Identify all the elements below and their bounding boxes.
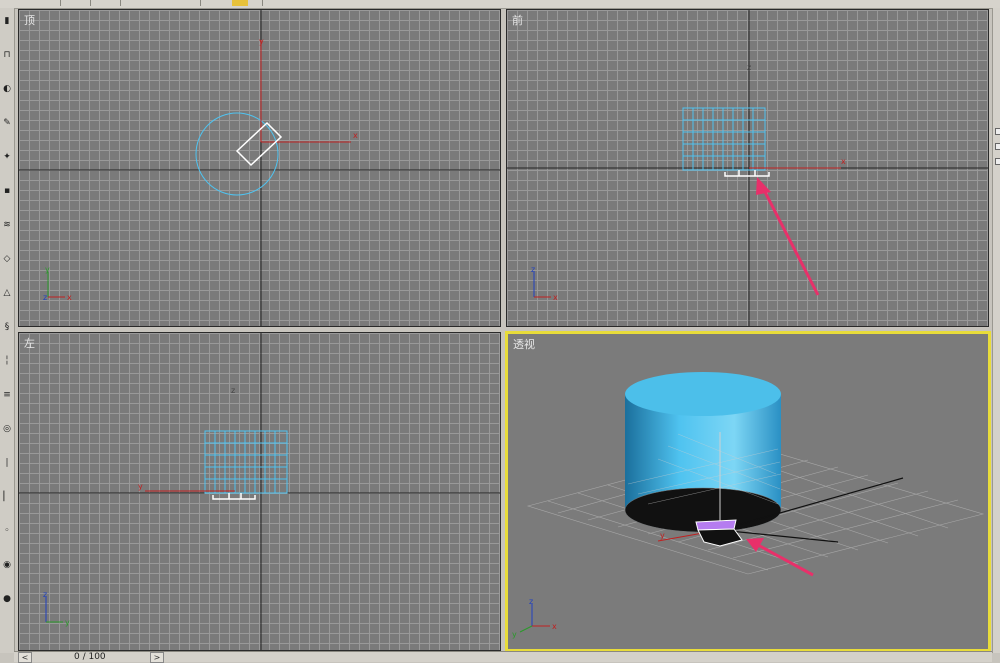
toolbar-divider bbox=[200, 0, 201, 6]
view-gizmo-y bbox=[519, 625, 533, 633]
viewport-top[interactable]: 顶 y x y x z bbox=[18, 9, 501, 327]
toolbar-tool-button[interactable]: ◇ bbox=[2, 254, 12, 264]
view-gizmo-z-label: z bbox=[43, 590, 47, 599]
light-object-top-face bbox=[695, 519, 737, 531]
perspective-canvas: y z x y bbox=[512, 372, 985, 639]
gizmo-y-label: y bbox=[660, 531, 665, 540]
toolbar-tool-button[interactable]: ◐ bbox=[2, 84, 12, 94]
cylinder-wireframe bbox=[204, 430, 288, 494]
view-gizmo-z-label: z bbox=[43, 293, 47, 302]
view-gizmo-y-label: y bbox=[512, 630, 517, 639]
cylinder-outline bbox=[195, 112, 279, 196]
light-object-top bbox=[235, 121, 283, 167]
toolbar-tool-button[interactable]: ✎ bbox=[2, 118, 12, 128]
toolbar-tool-button[interactable]: ◉ bbox=[2, 560, 12, 570]
gizmo-z-label: z bbox=[747, 63, 751, 72]
toolbar-tool-button[interactable]: ≋ bbox=[2, 220, 12, 230]
toolbar-divider bbox=[120, 0, 121, 6]
toolbar-tool-button[interactable]: ● bbox=[2, 594, 12, 604]
toolbar-tool-button[interactable]: ╎ bbox=[2, 356, 12, 366]
toolbar-divider bbox=[60, 0, 61, 6]
cylinder-wireframe bbox=[682, 107, 766, 171]
time-slider-prev-button[interactable]: < bbox=[18, 652, 32, 663]
time-slider[interactable]: < 0 / 100 > bbox=[14, 651, 992, 663]
main-toolbar bbox=[0, 0, 1000, 9]
gizmo-y-label: y bbox=[138, 482, 143, 491]
panel-checkbox[interactable] bbox=[995, 128, 1000, 135]
viewport-left[interactable]: 左 y z z y bbox=[18, 332, 501, 651]
top-view-canvas: y x y x z bbox=[19, 10, 500, 326]
toolbar-divider bbox=[262, 0, 263, 6]
toolbar-tool-button[interactable]: △ bbox=[2, 288, 12, 298]
gizmo-x-label: x bbox=[353, 131, 358, 140]
toolbar-tool-button[interactable]: ✦ bbox=[2, 152, 12, 162]
toolbar-tool-button[interactable]: ▏ bbox=[2, 492, 12, 502]
toolbar-tool-button[interactable]: ◦ bbox=[2, 526, 12, 536]
toolbar-tool-button[interactable]: ◎ bbox=[2, 424, 12, 434]
gizmo-z-label: z bbox=[231, 386, 235, 395]
viewport-perspective[interactable]: 透视 y z x y bbox=[505, 331, 991, 652]
toolbar-tool-button[interactable]: ▮ bbox=[2, 16, 12, 26]
command-panel[interactable] bbox=[992, 8, 1000, 653]
viewport-front[interactable]: 前 x z z x bbox=[506, 9, 989, 327]
view-gizmo-z-label: z bbox=[531, 265, 535, 274]
toolbar-tool-button[interactable]: ≡ bbox=[2, 390, 12, 400]
light-object-left bbox=[212, 493, 256, 500]
light-object-bottom-face bbox=[697, 528, 743, 547]
view-gizmo-x-label: x bbox=[553, 293, 558, 302]
toolbar-tool-button[interactable]: § bbox=[2, 322, 12, 332]
cylinder-top-cap bbox=[625, 372, 781, 416]
front-view-canvas: x z z x bbox=[507, 10, 988, 326]
toolbar-tool-button[interactable]: ∣ bbox=[2, 458, 12, 468]
left-view-canvas: y z z y bbox=[19, 333, 500, 650]
view-gizmo-y-label: y bbox=[65, 618, 70, 627]
view-gizmo-z-label: z bbox=[529, 597, 533, 606]
light-object-front bbox=[724, 170, 770, 177]
active-tool-highlight[interactable] bbox=[232, 0, 248, 6]
view-gizmo-x-label: x bbox=[67, 293, 72, 302]
annotation-arrow-head bbox=[746, 538, 764, 552]
left-toolbar: ▮ ⊓ ◐ ✎ ✦ ▪ ≋ ◇ △ § ╎ ≡ ◎ ∣ ▏ ◦ ◉ ● bbox=[0, 8, 15, 653]
time-slider-next-button[interactable]: > bbox=[150, 652, 164, 663]
toolbar-divider bbox=[90, 0, 91, 6]
view-gizmo-x-label: x bbox=[552, 622, 557, 631]
panel-checkbox[interactable] bbox=[995, 143, 1000, 150]
gizmo-x-label: x bbox=[841, 157, 846, 166]
gizmo-y-label: y bbox=[259, 37, 264, 46]
panel-checkbox[interactable] bbox=[995, 158, 1000, 165]
toolbar-tool-button[interactable]: ⊓ bbox=[2, 50, 12, 60]
annotation-arrow-shaft bbox=[761, 187, 820, 296]
view-gizmo-y-label: y bbox=[45, 265, 50, 274]
toolbar-tool-button[interactable]: ▪ bbox=[2, 186, 12, 196]
annotation-arrow-head bbox=[756, 177, 771, 195]
